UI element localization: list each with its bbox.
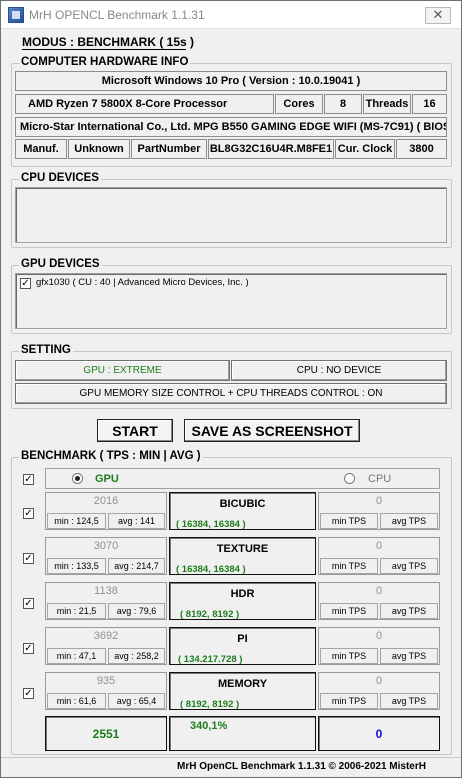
benchmark-all-checkbox[interactable]: ✓ <box>23 474 34 485</box>
benchmark-label: BENCHMARK ( TPS : MIN | AVG ) <box>19 450 203 462</box>
footer-divider <box>1 757 461 758</box>
cpu-score-pi: 0 <box>375 630 383 642</box>
partnumber-value: BL8G32C16U4R.M8FE1 <box>208 139 334 159</box>
gpu-score-memory: 935 <box>96 675 116 687</box>
cpu-devices-label: CPU DEVICES <box>19 172 101 184</box>
app-icon <box>8 7 24 23</box>
cpu-radio-label: CPU <box>368 473 392 485</box>
cpu-avg-bicubic: avg TPS <box>380 513 438 529</box>
gpu-min-memory: min : 61,6 <box>47 693 106 709</box>
row-checkbox-hdr[interactable]: ✓ <box>23 598 34 609</box>
os-info: Microsoft Windows 10 Pro ( Version : 10.… <box>15 71 447 91</box>
start-button[interactable]: START <box>97 419 173 442</box>
mode-label: MODUS : BENCHMARK ( 15s ) <box>22 35 195 49</box>
gpu-devices-list[interactable]: ✓ gfx1030 ( CU : 40 | Advanced Micro Dev… <box>15 273 447 329</box>
test-name-pi: PI <box>237 633 248 645</box>
gpu-min-bicubic: min : 124,5 <box>47 513 106 529</box>
cpu-score-memory: 0 <box>375 675 383 687</box>
cpu-setting-button[interactable]: CPU : NO DEVICE <box>231 360 447 381</box>
cpu-avg-pi: avg TPS <box>380 648 438 664</box>
test-size-pi: ( 134.217.728 ) <box>178 654 243 665</box>
title-bar: MrH OPENCL Benchmark 1.1.31 ✕ <box>1 1 461 29</box>
test-name-memory: MEMORY <box>217 678 268 690</box>
cpu-name: AMD Ryzen 7 5800X 8-Core Processor <box>15 94 274 114</box>
threads-value: 16 <box>412 94 447 114</box>
cpu-avg-texture: avg TPS <box>380 558 438 574</box>
test-size-memory: ( 8192, 8192 ) <box>180 699 240 710</box>
gpu-min-texture: min : 133,5 <box>47 558 106 574</box>
motherboard-info: Micro-Star International Co., Ltd. MPG B… <box>15 117 447 137</box>
clock-value: 3800 <box>396 139 447 159</box>
hardware-section-label: COMPUTER HARDWARE INFO <box>19 56 191 68</box>
threads-label: Threads <box>363 94 411 114</box>
row-checkbox-bicubic[interactable]: ✓ <box>23 508 34 519</box>
gpu-total-box: 2551 <box>45 716 167 751</box>
test-bicubic: BICUBIC ( 16384, 16384 ) <box>169 492 316 530</box>
cpu-avg-memory: avg TPS <box>380 693 438 709</box>
gpu-cpu-ratio: 340,1% <box>190 720 228 732</box>
manuf-label: Manuf. <box>15 139 67 159</box>
row-checkbox-memory[interactable]: ✓ <box>23 688 34 699</box>
test-name-hdr: HDR <box>230 588 255 600</box>
footer-text: MrH OpenCL Benchmark 1.1.31 © 2006-2021 … <box>177 761 426 772</box>
gpu-device-checkbox[interactable]: ✓ <box>20 278 31 289</box>
gpu-min-pi: min : 47,1 <box>47 648 106 664</box>
test-name-texture: TEXTURE <box>216 543 269 555</box>
cpu-avg-hdr: avg TPS <box>380 603 438 619</box>
cpu-min-bicubic: min TPS <box>320 513 378 529</box>
gpu-score-bicubic: 2016 <box>93 495 119 507</box>
gpu-total-score: 2551 <box>92 727 120 741</box>
cores-value: 8 <box>324 94 362 114</box>
manuf-value: Unknown <box>68 139 130 159</box>
gpu-min-hdr: min : 21,5 <box>47 603 106 619</box>
gpu-score-pi: 3692 <box>93 630 119 642</box>
gpu-avg-hdr: avg : 79,6 <box>108 603 165 619</box>
partnumber-label: PartNumber <box>131 139 207 159</box>
row-checkbox-texture[interactable]: ✓ <box>23 553 34 564</box>
gpu-setting-button[interactable]: GPU : EXTREME <box>15 360 230 381</box>
gpu-device-label: gfx1030 ( CU : 40 | Advanced Micro Devic… <box>36 277 249 288</box>
cpu-min-memory: min TPS <box>320 693 378 709</box>
test-hdr: HDR ( 8192, 8192 ) <box>169 582 316 620</box>
test-texture: TEXTURE ( 16384, 16384 ) <box>169 537 316 575</box>
gpu-avg-memory: avg : 65,4 <box>108 693 165 709</box>
gpu-avg-texture: avg : 214,7 <box>108 558 165 574</box>
mode-underline <box>22 49 186 50</box>
cores-label: Cores <box>275 94 323 114</box>
save-screenshot-button[interactable]: SAVE AS SCREENSHOT <box>184 419 360 442</box>
test-pi: PI ( 134.217.728 ) <box>169 627 316 665</box>
row-checkbox-pi[interactable]: ✓ <box>23 643 34 654</box>
gpu-score-texture: 3070 <box>93 540 119 552</box>
memory-control-button[interactable]: GPU MEMORY SIZE CONTROL + CPU THREADS CO… <box>15 383 447 404</box>
cpu-min-texture: min TPS <box>320 558 378 574</box>
clock-label: Cur. Clock <box>335 139 395 159</box>
cpu-score-bicubic: 0 <box>375 495 383 507</box>
cpu-score-texture: 0 <box>375 540 383 552</box>
cpu-total-score: 0 <box>375 727 383 741</box>
cpu-min-hdr: min TPS <box>320 603 378 619</box>
gpu-avg-pi: avg : 258,2 <box>108 648 165 664</box>
gpu-score-hdr: 1138 <box>94 585 118 597</box>
test-size-hdr: ( 8192, 8192 ) <box>180 609 240 620</box>
cpu-total-box: 0 <box>318 716 440 751</box>
setting-label: SETTING <box>19 344 73 356</box>
cpu-devices-list[interactable] <box>15 187 447 243</box>
close-button[interactable]: ✕ <box>425 7 451 24</box>
gpu-radio[interactable] <box>72 473 83 484</box>
cpu-min-pi: min TPS <box>320 648 378 664</box>
cpu-score-hdr: 0 <box>375 585 383 597</box>
gpu-avg-bicubic: avg : 141 <box>108 513 165 529</box>
test-size-bicubic: ( 16384, 16384 ) <box>176 519 246 530</box>
app-window: MrH OPENCL Benchmark 1.1.31 ✕ MODUS : BE… <box>0 0 462 778</box>
gpu-radio-label: GPU <box>95 473 119 485</box>
gpu-devices-label: GPU DEVICES <box>19 258 102 270</box>
test-size-texture: ( 16384, 16384 ) <box>176 564 246 575</box>
cpu-radio[interactable] <box>344 473 355 484</box>
test-name-bicubic: BICUBIC <box>219 498 266 510</box>
ratio-box: 340,1% <box>169 716 316 751</box>
window-title: MrH OPENCL Benchmark 1.1.31 <box>29 8 205 22</box>
test-memory: MEMORY ( 8192, 8192 ) <box>169 672 316 710</box>
